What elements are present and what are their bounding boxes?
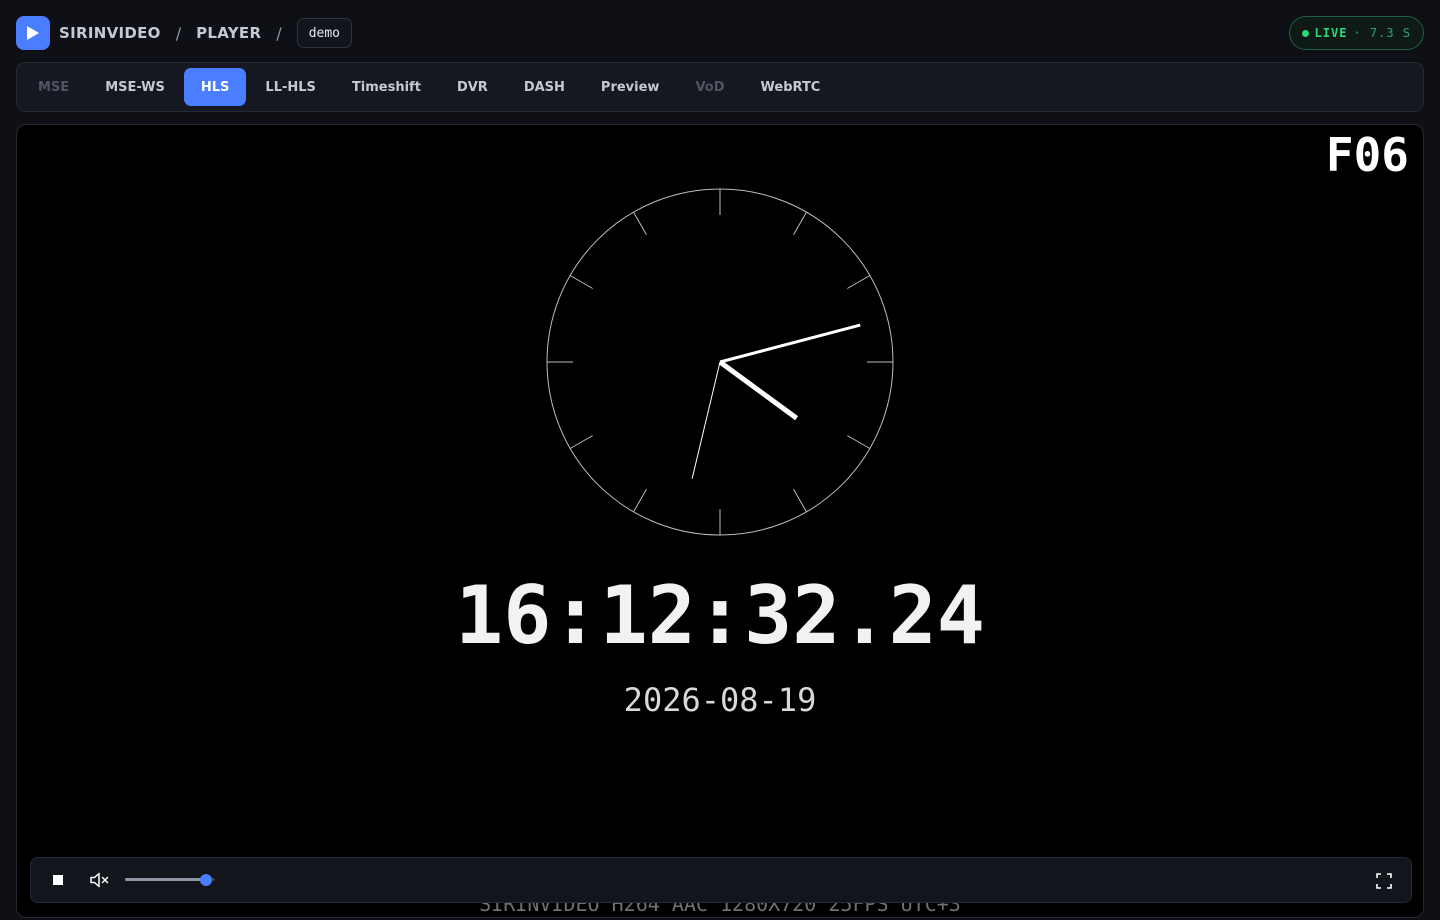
live-status-badge: LIVE · 7.3 S <box>1288 16 1424 50</box>
play-logo-icon[interactable] <box>16 16 50 50</box>
clock-tick <box>633 211 647 235</box>
breadcrumb-separator: / <box>175 23 182 43</box>
tab-mse[interactable]: MSE <box>21 68 86 106</box>
volume-fill <box>125 878 206 881</box>
tab-dvr[interactable]: DVR <box>440 68 505 106</box>
tab-hls[interactable]: HLS <box>183 68 247 106</box>
live-label: LIVE <box>1314 26 1348 40</box>
date-stamp: 2026-08-19 <box>624 681 817 719</box>
volume-slider[interactable] <box>125 873 215 887</box>
protocol-tab-bar: MSE MSE-WS HLS LL-HLS Timeshift DVR DASH… <box>16 62 1424 112</box>
clock-second-hand <box>691 361 721 479</box>
stop-icon <box>53 875 63 885</box>
clock-tick <box>793 489 807 513</box>
frame-counter: F06 <box>1326 128 1409 182</box>
video-player[interactable]: F06 16:12:32.24 2026-08-19 SIRINVIDEO H2… <box>16 124 1424 918</box>
clock-tick <box>569 435 593 449</box>
tab-preview[interactable]: Preview <box>584 68 677 106</box>
live-dot-icon <box>1301 29 1309 37</box>
app-header: SIRINVIDEO / PLAYER / demo LIVE · 7.3 S <box>16 16 1424 50</box>
tab-ll-hls[interactable]: LL-HLS <box>248 68 333 106</box>
mute-button[interactable] <box>85 865 115 895</box>
analog-clock <box>546 188 894 536</box>
clock-tick <box>569 275 593 289</box>
clock-tick <box>793 211 807 235</box>
video-frame: F06 16:12:32.24 2026-08-19 SIRINVIDEO H2… <box>455 128 1409 916</box>
fullscreen-icon <box>1376 873 1392 889</box>
clock-tick <box>847 435 871 449</box>
timecode: 16:12:32.24 <box>455 569 985 662</box>
tab-timeshift[interactable]: Timeshift <box>335 68 438 106</box>
tab-webrtc[interactable]: WebRTC <box>744 68 838 106</box>
live-latency: · 7.3 S <box>1353 26 1411 40</box>
breadcrumb-separator: / <box>276 23 282 43</box>
volume-muted-icon <box>90 872 109 888</box>
volume-thumb[interactable] <box>200 874 212 886</box>
clock-minute-hand <box>719 323 861 364</box>
tab-dash[interactable]: DASH <box>507 68 582 106</box>
app-name[interactable]: SIRINVIDEO <box>59 24 161 42</box>
breadcrumb-section[interactable]: PLAYER <box>196 24 261 42</box>
fullscreen-button[interactable] <box>1369 866 1399 896</box>
clock-tick <box>633 489 647 513</box>
stop-button[interactable] <box>43 865 73 895</box>
stream-name-badge[interactable]: demo <box>296 18 352 48</box>
tab-mse-ws[interactable]: MSE-WS <box>88 68 182 106</box>
player-controls <box>30 857 1412 903</box>
tab-vod[interactable]: VoD <box>678 68 741 106</box>
clock-hour-hand <box>718 359 799 421</box>
clock-tick <box>847 275 871 289</box>
